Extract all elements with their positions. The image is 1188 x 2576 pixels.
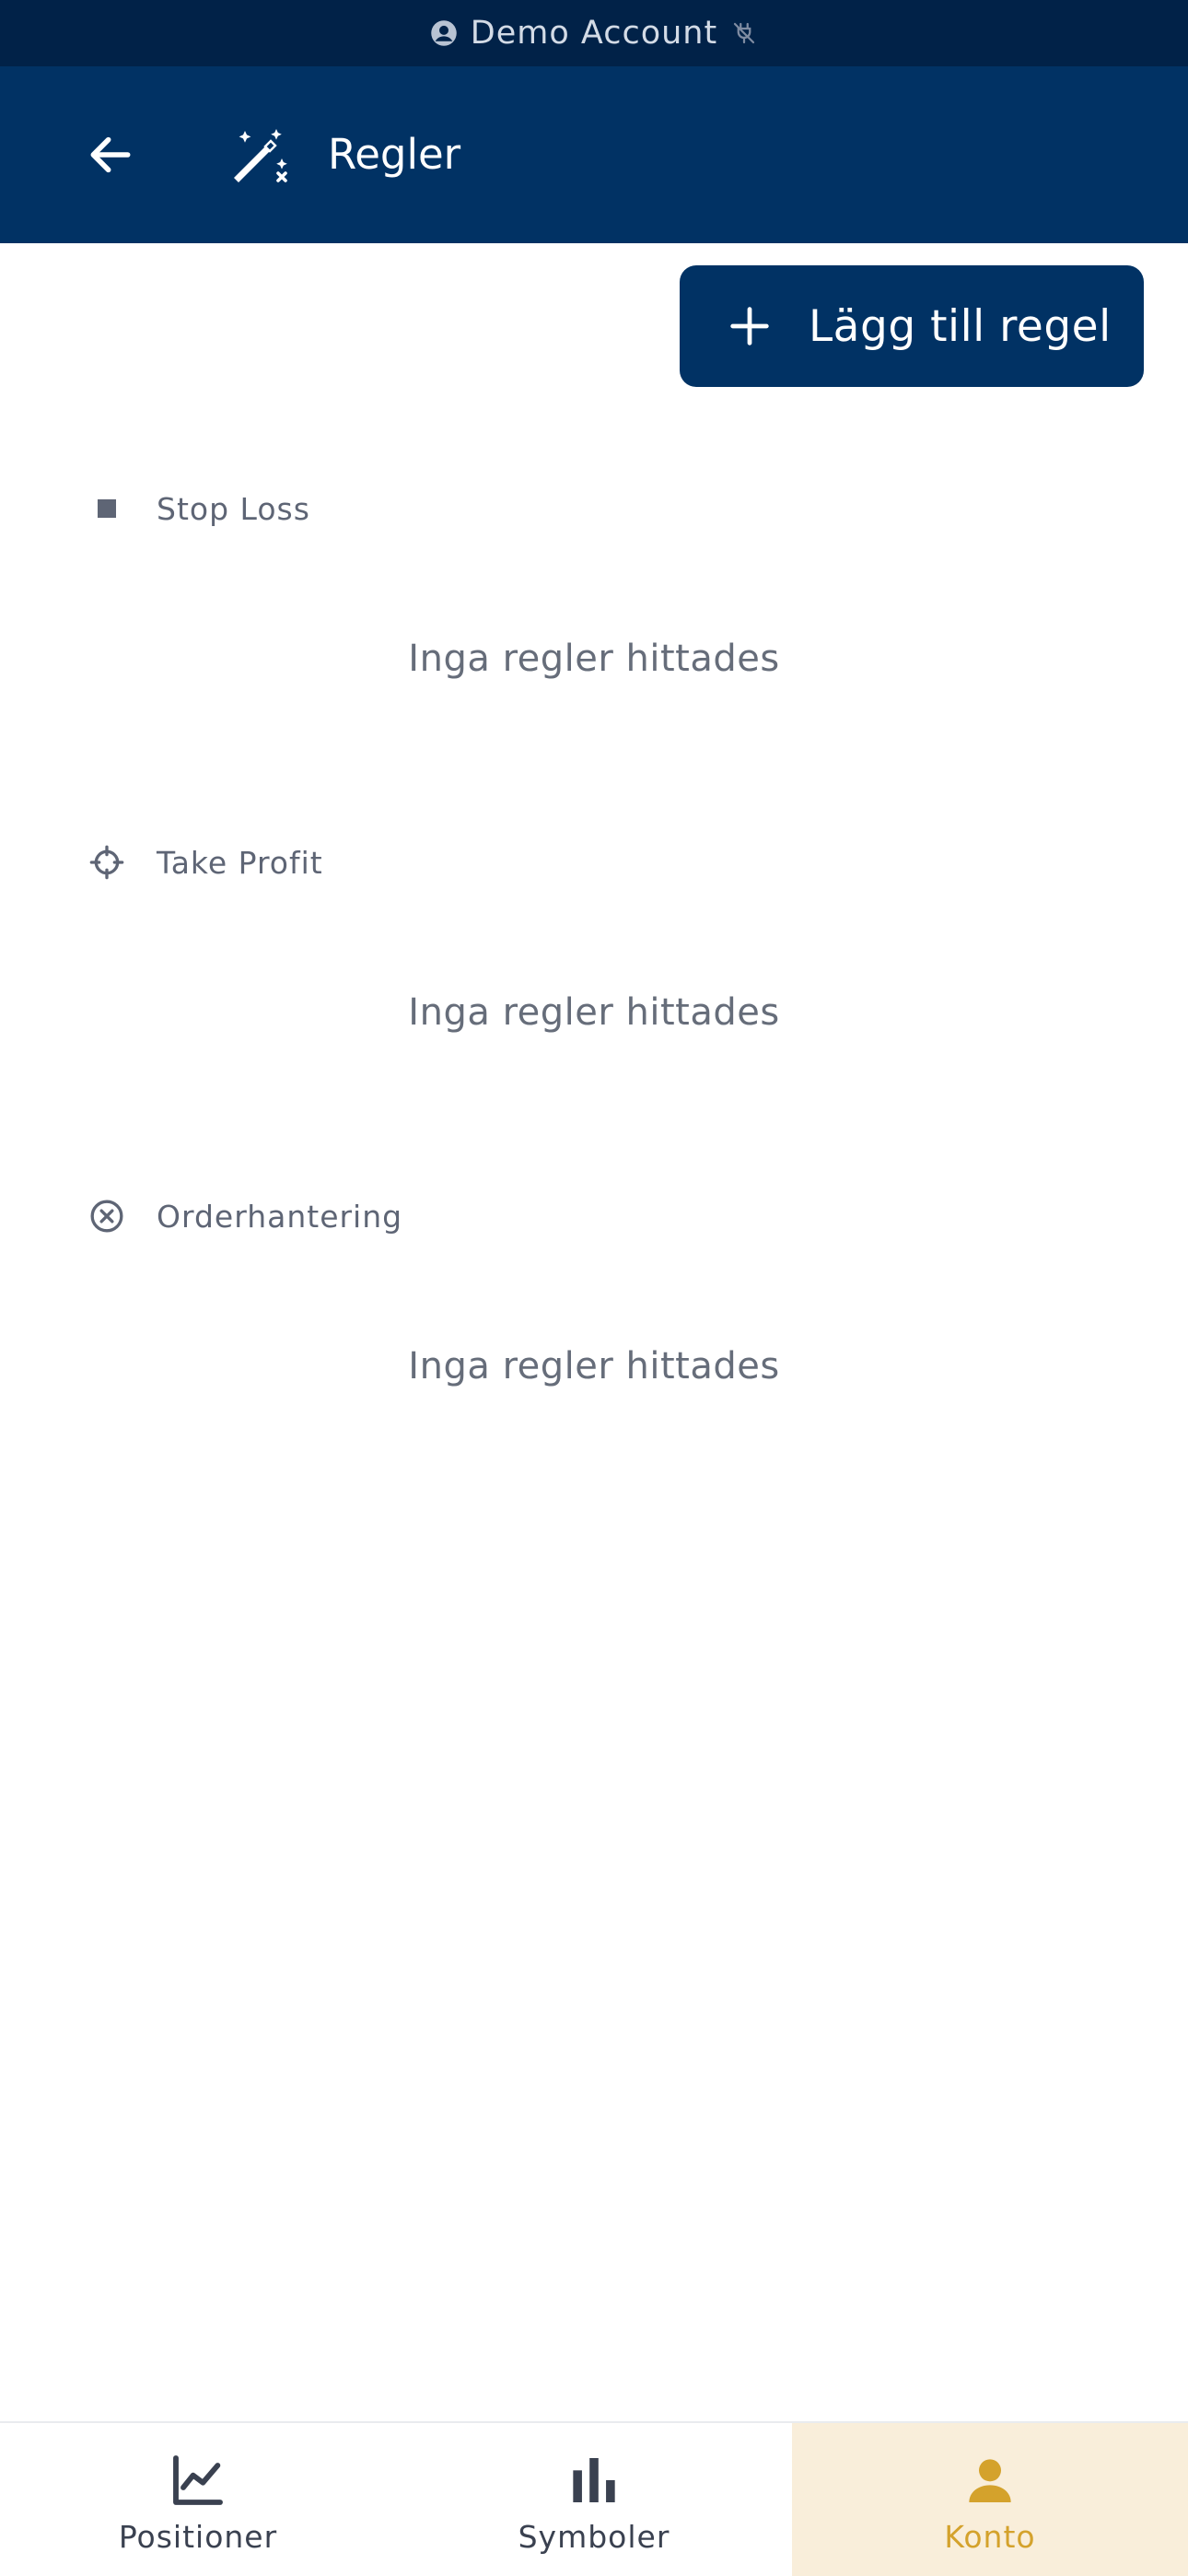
section-header-stop-loss: Stop Loss [88, 490, 310, 527]
section-header-orderhantering: Orderhantering [88, 1198, 402, 1235]
square-icon [88, 490, 125, 527]
disconnected-icon [730, 19, 758, 47]
empty-state-message: Inga regler hittades [408, 1345, 780, 1388]
plus-icon [729, 306, 770, 346]
circle-x-icon [88, 1198, 125, 1235]
bar-chart-icon [565, 2451, 623, 2510]
nav-label: Konto [944, 2519, 1036, 2555]
empty-state-message: Inga regler hittades [408, 638, 780, 680]
magic-wand-icon [230, 125, 291, 186]
person-icon [961, 2451, 1019, 2510]
add-rule-button[interactable]: Lägg till regel [680, 265, 1144, 387]
empty-state-message: Inga regler hittades [408, 991, 780, 1034]
add-rule-label: Lägg till regel [809, 300, 1112, 352]
section-title: Stop Loss [157, 490, 310, 527]
app-header: Regler [0, 66, 1188, 243]
nav-label: Positioner [118, 2519, 278, 2555]
line-chart-icon [169, 2451, 227, 2510]
section-title: Orderhantering [157, 1198, 403, 1235]
section-title: Take Profit [157, 844, 323, 881]
back-button[interactable] [83, 127, 138, 182]
app-root: Demo Account Regler Lägg till regel Stop… [0, 0, 1188, 2576]
bottom-navigation: Positioner Symboler Konto [0, 2421, 1188, 2576]
nav-item-positioner[interactable]: Positioner [0, 2423, 396, 2576]
section-header-take-profit: Take Profit [88, 844, 323, 881]
account-circle-icon [430, 19, 458, 47]
nav-label: Symboler [518, 2519, 670, 2555]
arrow-left-icon [90, 136, 131, 173]
nav-item-symboler[interactable]: Symboler [396, 2423, 792, 2576]
page-title: Regler [328, 130, 461, 179]
nav-item-konto[interactable]: Konto [792, 2423, 1188, 2576]
demo-account-banner: Demo Account [0, 0, 1188, 66]
account-label: Demo Account [470, 15, 718, 52]
crosshair-icon [88, 844, 125, 881]
